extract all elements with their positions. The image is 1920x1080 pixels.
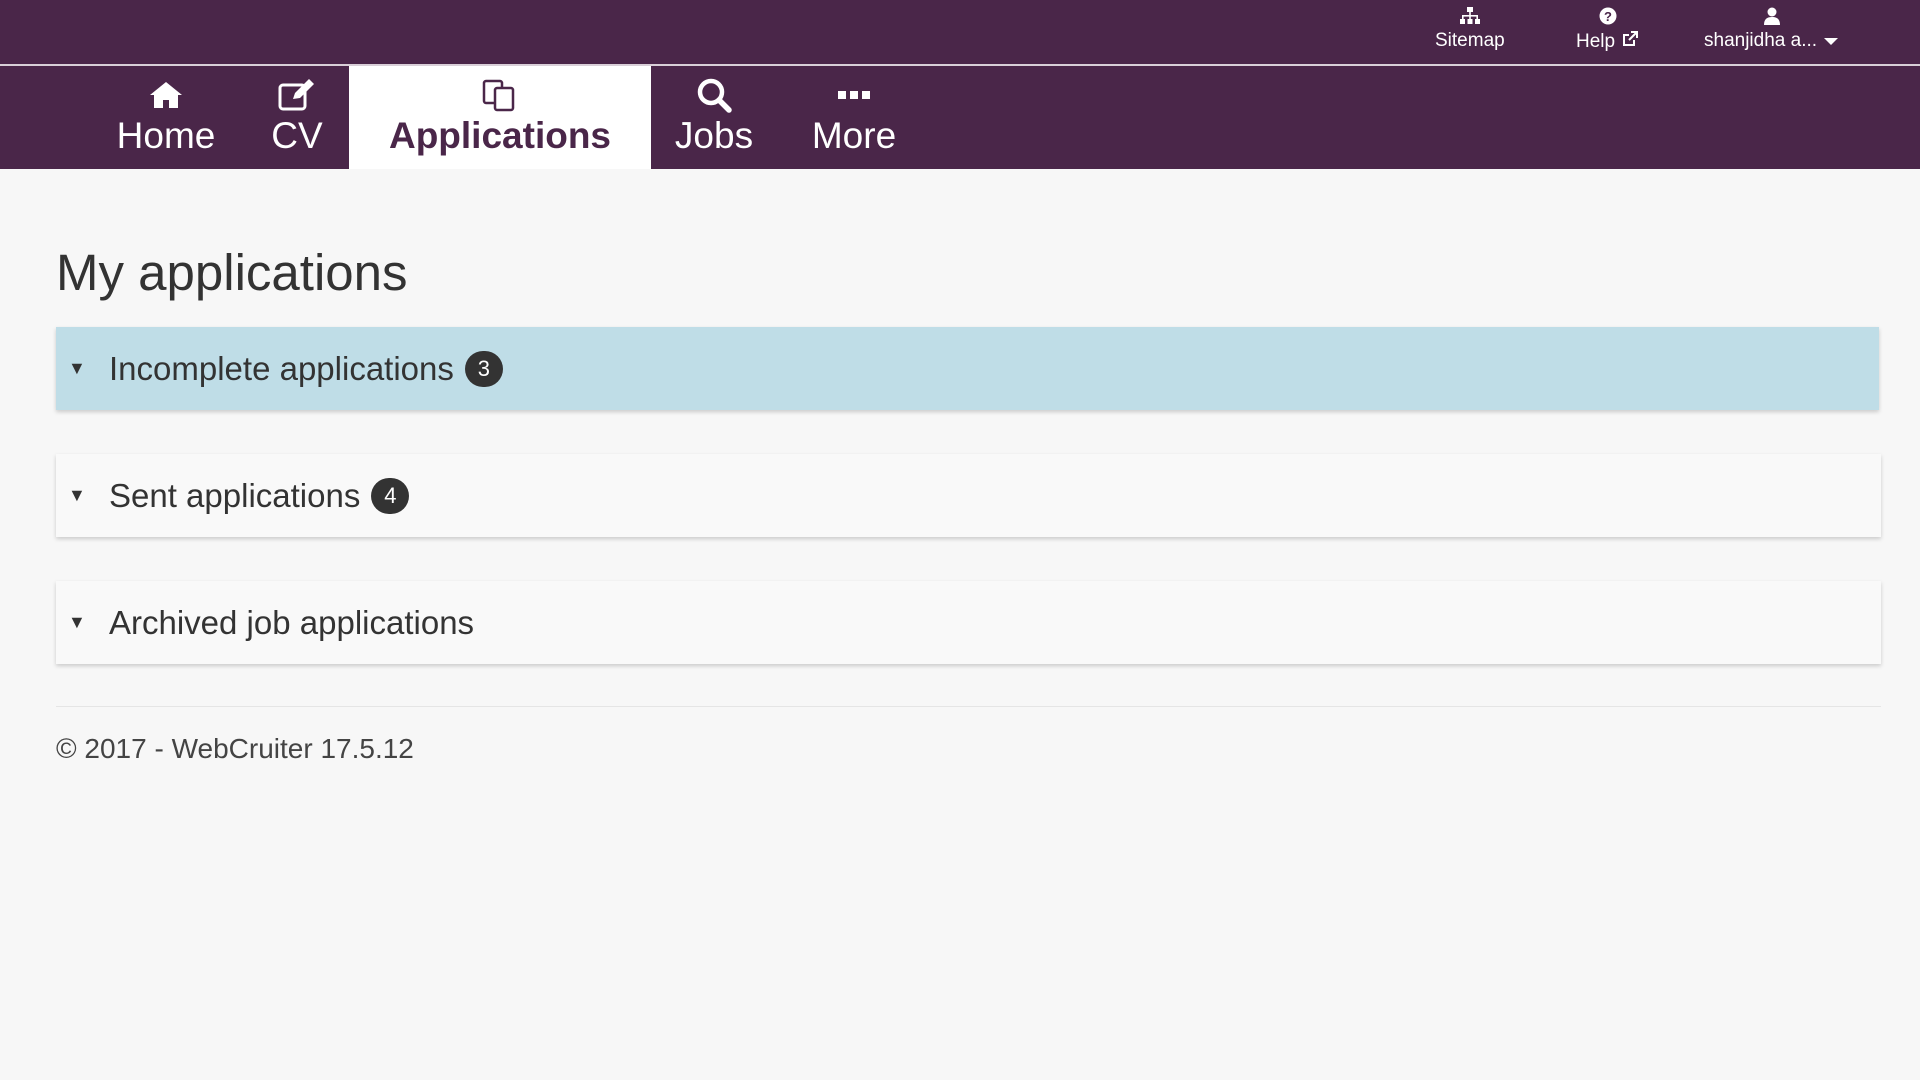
ellipsis-icon (838, 76, 870, 114)
home-icon (148, 76, 184, 114)
nav-cv-label: CV (271, 115, 323, 156)
nav-jobs-label: Jobs (674, 115, 754, 156)
copy-icon (481, 76, 519, 114)
user-name: shanjidha a... (1704, 30, 1818, 51)
panel-title: Incomplete applications (109, 349, 454, 387)
nav-home[interactable]: Home (112, 66, 220, 169)
panel-sent-applications[interactable]: ▼ Sent applications 4 (56, 454, 1881, 537)
user-menu[interactable]: shanjidha a... (1704, 6, 1839, 52)
help-link[interactable]: ? Help (1576, 6, 1639, 54)
sitemap-icon (1459, 6, 1480, 26)
help-label: Help (1576, 31, 1616, 52)
nav-more[interactable]: More (800, 66, 908, 169)
panel-header: Sent applications 4 (109, 476, 410, 515)
panel-title: Sent applications (109, 476, 361, 514)
nav-applications[interactable]: Applications (349, 66, 651, 169)
caret-down-icon: ▼ (68, 485, 86, 505)
panel-title: Archived job applications (109, 603, 475, 641)
panel-archived-applications[interactable]: ▼ Archived job applications (56, 581, 1881, 664)
caret-down-icon: ▼ (68, 612, 86, 632)
page-title: My applications (56, 244, 408, 301)
svg-text:?: ? (1604, 9, 1612, 24)
panel-incomplete-applications[interactable]: ▼ Incomplete applications 3 (56, 327, 1879, 410)
count-badge: 3 (464, 350, 503, 387)
panel-header: Incomplete applications 3 (109, 350, 503, 388)
sitemap-link[interactable]: Sitemap (1435, 6, 1505, 52)
search-icon (696, 76, 732, 114)
footer-copyright: © 2017 - WebCruiter 17.5.12 (56, 733, 414, 764)
external-link-icon (1621, 30, 1639, 54)
edit-icon (278, 76, 316, 114)
nav-cv[interactable]: CV (266, 66, 328, 169)
nav-more-label: More (811, 115, 897, 156)
footer-divider (56, 706, 1881, 707)
count-badge: 4 (371, 477, 410, 514)
panel-header: Archived job applications (109, 604, 474, 642)
user-icon (1763, 6, 1780, 26)
nav-jobs[interactable]: Jobs (668, 66, 760, 169)
caret-down-icon: ▼ (68, 358, 86, 378)
utility-bar: Sitemap ? Help shanjidha a... (0, 0, 1920, 66)
sitemap-label: Sitemap (1435, 30, 1505, 51)
question-circle-icon: ? (1599, 6, 1617, 26)
caret-down-icon (1823, 30, 1839, 52)
nav-applications-label: Applications (388, 115, 612, 156)
main-nav: Home CV Applications Jobs More (0, 66, 1920, 169)
nav-home-label: Home (116, 115, 216, 156)
